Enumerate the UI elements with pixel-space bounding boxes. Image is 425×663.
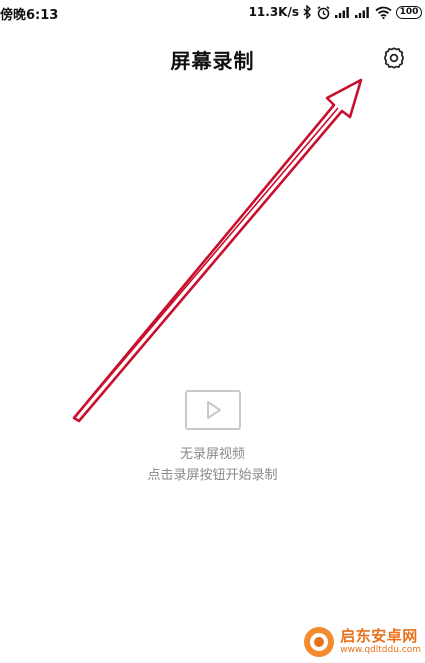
empty-title: 无录屏视频	[179, 447, 245, 462]
alarm-icon	[316, 5, 331, 20]
empty-hint: 点击录屏按钮开始录制	[147, 468, 278, 483]
app-header: 屏幕录制	[0, 36, 425, 80]
gear-icon	[382, 46, 406, 70]
screen-recorder-page: 傍晚6:13 11.3K/s 100 屏幕录制 无录屏视频 点击录屏按钮开始录制…	[0, 0, 425, 663]
status-bar: 傍晚6:13 11.3K/s 100	[0, 0, 425, 26]
status-icons: 11.3K/s 100	[249, 3, 422, 21]
watermark: 启东安卓网 www.qdltddu.com	[302, 625, 421, 659]
play-icon	[184, 390, 241, 430]
empty-state: 无录屏视频 点击录屏按钮开始录制	[0, 390, 425, 485]
wifi-icon	[375, 6, 392, 19]
bluetooth-icon	[303, 5, 312, 19]
watermark-logo-icon	[304, 627, 335, 657]
annotation-arrow	[72, 78, 363, 423]
network-speed: 11.3K/s	[248, 5, 299, 19]
watermark-url: www.qdltddu.com	[340, 645, 421, 655]
signal-icon	[335, 6, 351, 18]
settings-button[interactable]	[381, 45, 407, 71]
status-time: 傍晚6:13	[0, 8, 59, 23]
watermark-name: 启东安卓网	[340, 627, 418, 645]
page-title: 屏幕录制	[170, 49, 255, 73]
battery-icon: 100	[396, 5, 422, 19]
signal-icon	[355, 6, 371, 18]
